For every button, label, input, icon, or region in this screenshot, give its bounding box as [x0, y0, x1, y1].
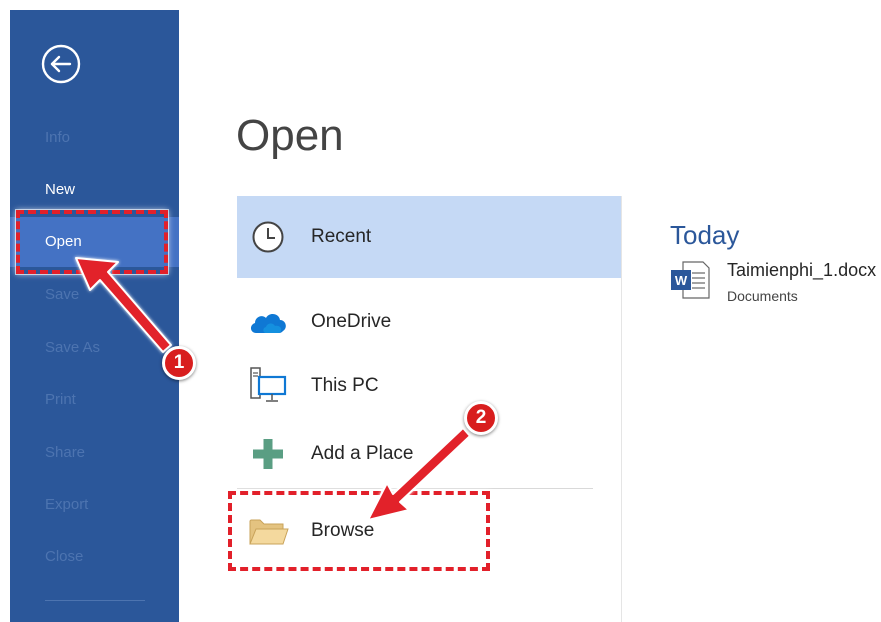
recent-group-heading: Today	[670, 220, 740, 250]
step-badge-2: 2	[464, 401, 498, 435]
window-top-edge	[0, 0, 881, 10]
nav-info[interactable]: Info	[10, 113, 179, 163]
back-arrow-icon	[41, 44, 81, 84]
backstage-sidebar: Info New Open Save Save As Print Share E…	[10, 10, 179, 622]
nav-share[interactable]: Share	[10, 428, 179, 478]
highlight-open-box	[16, 210, 168, 274]
nav-close[interactable]: Close	[10, 532, 179, 582]
nav-export[interactable]: Export	[10, 480, 179, 530]
location-label: Recent	[311, 226, 372, 247]
locations-divider	[237, 488, 593, 489]
nav-print[interactable]: Print	[10, 375, 179, 425]
location-add-a-place[interactable]: Add a Place	[237, 413, 621, 495]
word-document-icon: W	[670, 260, 710, 300]
window-left-edge	[0, 0, 10, 622]
plus-icon	[247, 413, 289, 495]
highlight-browse-box	[228, 491, 490, 571]
step-badge-1: 1	[162, 346, 196, 380]
column-divider	[621, 196, 622, 622]
location-label: Add a Place	[311, 443, 414, 464]
nav-new[interactable]: New	[10, 165, 179, 215]
sidebar-divider	[45, 600, 145, 601]
recent-file-path: Documents	[727, 288, 798, 304]
recent-file-name: Taimienphi_1.docx	[727, 260, 877, 280]
back-button[interactable]	[40, 43, 82, 85]
svg-text:W: W	[675, 273, 688, 288]
nav-save[interactable]: Save	[10, 270, 179, 320]
page-title: Open	[236, 111, 344, 160]
clock-icon	[247, 196, 289, 278]
recent-file-item[interactable]: W Taimienphi_1.docx Documents	[670, 258, 881, 308]
nav-save-as[interactable]: Save As	[10, 323, 179, 373]
location-recent[interactable]: Recent	[237, 196, 621, 278]
